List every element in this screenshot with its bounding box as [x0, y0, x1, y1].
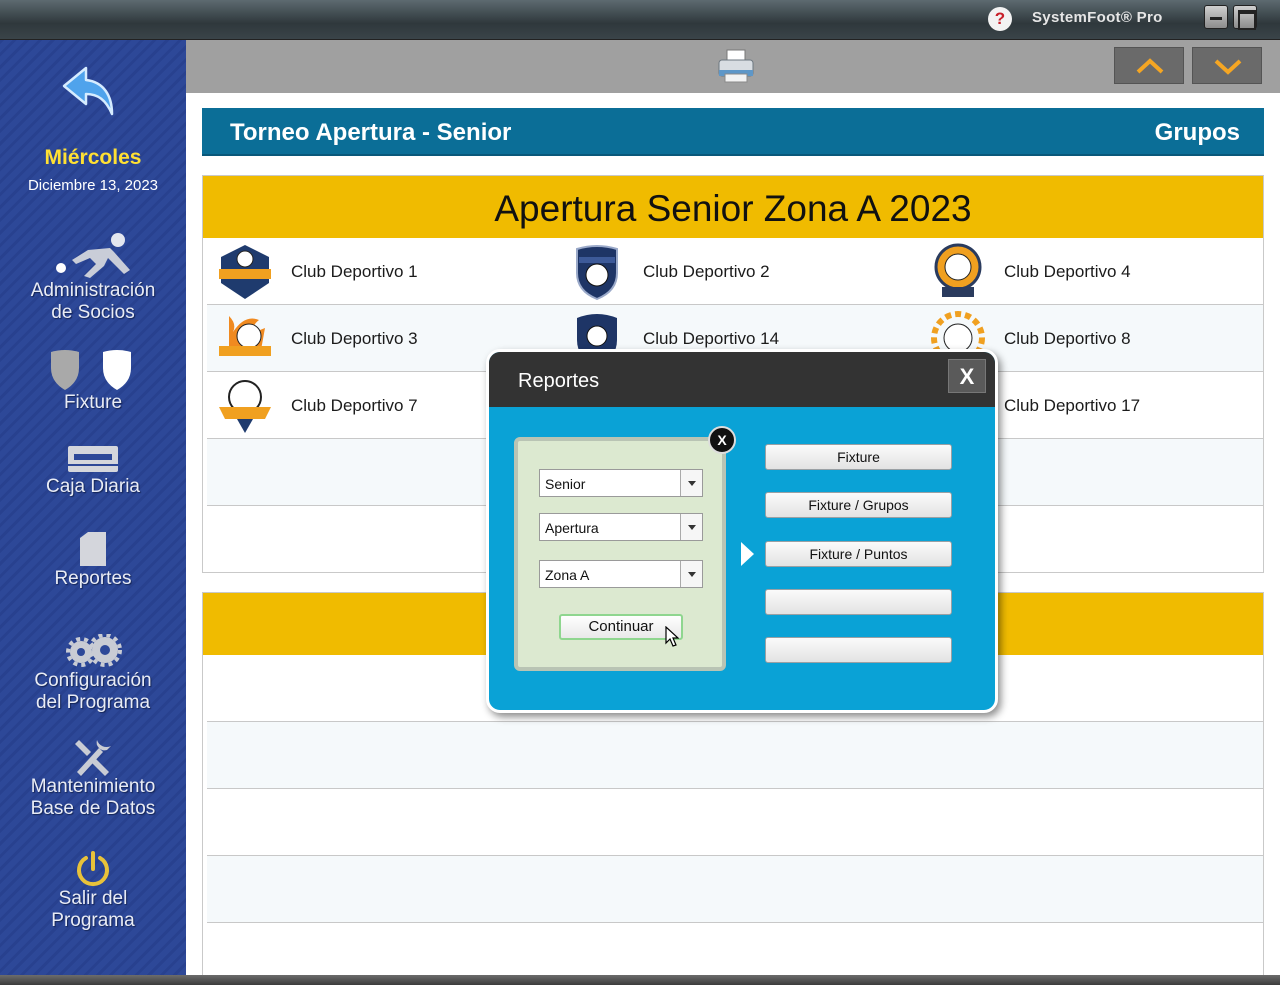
current-date: Diciembre 13, 2023 — [27, 177, 159, 194]
day-name: Miércoles — [44, 146, 142, 169]
tournament-header: Torneo Apertura - Senior Grupos — [202, 108, 1264, 156]
sidebar-item-socios[interactable]: Administración de Socios — [0, 230, 186, 324]
player-kick-icon — [56, 233, 130, 278]
chevron-down-icon — [1214, 59, 1242, 75]
dialog-title: Reportes — [518, 370, 600, 392]
sidebar-label: Reportes — [54, 568, 132, 589]
sidebar-label: Fixture — [63, 392, 123, 413]
sidebar-label: Programa — [51, 910, 135, 931]
tools-icon — [75, 740, 111, 776]
table-row — [207, 789, 1263, 856]
maximize-button[interactable] — [1233, 5, 1257, 30]
sidebar-label: Caja Diaria — [46, 476, 140, 497]
sidebar-item-reportes[interactable]: Reportes — [0, 530, 186, 590]
table-row: Club Deportivo 1 Club Deportivo 2 Club D… — [207, 238, 1263, 305]
dialog-header: Reportes X — [489, 352, 995, 407]
scroll-down-button[interactable] — [1192, 47, 1262, 84]
app-name: SystemFoot® Pro — [1032, 9, 1163, 26]
sidebar-label: del Programa — [35, 692, 151, 713]
printer-icon[interactable] — [716, 48, 756, 86]
team-name: Club Deportivo 3 — [291, 329, 418, 348]
report-empty-button[interactable] — [765, 589, 952, 615]
sidebar-item-salir[interactable]: Salir del Programa — [0, 850, 186, 932]
category-select[interactable]: Senior — [539, 469, 703, 497]
report-fixture-grupos-button[interactable]: Fixture / Grupos — [765, 492, 952, 518]
sidebar-item-configuracion[interactable]: Configuración del Programa — [0, 634, 186, 714]
team-name: Club Deportivo 1 — [291, 262, 418, 281]
select-value: Senior — [545, 476, 586, 492]
sidebar-label: Configuración — [34, 670, 152, 691]
dialog-close-button[interactable]: X — [948, 359, 986, 393]
back-arrow-icon[interactable] — [60, 64, 120, 122]
mouse-cursor-icon — [665, 626, 679, 647]
chevron-up-icon — [1136, 58, 1164, 74]
team-name: Club Deportivo 2 — [643, 262, 770, 281]
sidebar-label: de Socios — [51, 302, 135, 323]
report-fixture-button[interactable]: Fixture — [765, 444, 952, 470]
tournament-select[interactable]: Apertura — [539, 513, 703, 541]
sidebar-label: Base de Datos — [30, 798, 156, 819]
chevron-down-icon[interactable] — [680, 514, 702, 540]
toolbar — [186, 40, 1280, 93]
table-row — [207, 722, 1263, 789]
team-name: Club Deportivo 14 — [643, 329, 780, 348]
sidebar-item-caja[interactable]: Caja Diaria — [0, 442, 186, 498]
title-bar: ? SystemFoot® Pro — [0, 0, 1280, 40]
chevron-down-icon[interactable] — [680, 561, 702, 587]
bottom-bar — [0, 975, 1280, 985]
team-crest-icon — [219, 245, 271, 299]
team-name: Club Deportivo 17 — [1004, 396, 1141, 415]
gears-icon — [66, 634, 122, 667]
sidebar-item-mantenimiento[interactable]: Mantenimiento Base de Datos — [0, 736, 186, 820]
cash-register-icon — [68, 446, 118, 472]
zone-select[interactable]: Zona A — [539, 560, 703, 588]
team-crest-icon — [576, 245, 618, 301]
team-crest-icon — [219, 380, 271, 433]
table-row — [207, 856, 1263, 923]
select-value: Zona A — [545, 567, 590, 583]
select-value: Apertura — [545, 520, 599, 536]
report-fixture-puntos-button[interactable]: Fixture / Puntos — [765, 541, 952, 567]
report-empty-button[interactable] — [765, 637, 952, 663]
team-crest-icon — [934, 243, 982, 297]
sidebar-item-fixture[interactable]: Fixture — [0, 348, 186, 414]
filter-close-button[interactable]: X — [708, 426, 736, 454]
team-name: Club Deportivo 8 — [1004, 329, 1131, 348]
shields-icon — [51, 350, 131, 390]
filter-panel: Senior Apertura Zona A Continuar — [514, 437, 726, 671]
tournament-title: Torneo Apertura - Senior — [230, 119, 512, 146]
minimize-button[interactable] — [1204, 5, 1228, 29]
scroll-up-button[interactable] — [1114, 47, 1184, 84]
help-button[interactable]: ? — [988, 7, 1012, 31]
section-title: Grupos — [1154, 119, 1240, 146]
team-name: Club Deportivo 7 — [291, 396, 418, 415]
chevron-down-icon[interactable] — [680, 470, 702, 496]
selected-report-arrow-icon — [741, 542, 754, 566]
sidebar: Miércoles Diciembre 13, 2023 Administrac… — [0, 40, 186, 976]
sidebar-label: Administración — [30, 280, 156, 301]
team-crest-icon — [219, 316, 271, 356]
app-window: ? SystemFoot® Pro Miércoles Diciembre 13… — [0, 0, 1280, 985]
sidebar-label: Salir del — [58, 888, 128, 909]
team-name: Club Deportivo 4 — [1004, 262, 1131, 281]
reportes-dialog: Reportes X Senior Apertura Zona A Contin… — [486, 349, 998, 713]
power-icon — [77, 851, 109, 887]
group-title: Apertura Senior Zona A 2023 — [203, 176, 1263, 238]
document-icon — [80, 532, 106, 566]
sidebar-label: Mantenimiento — [30, 776, 156, 797]
